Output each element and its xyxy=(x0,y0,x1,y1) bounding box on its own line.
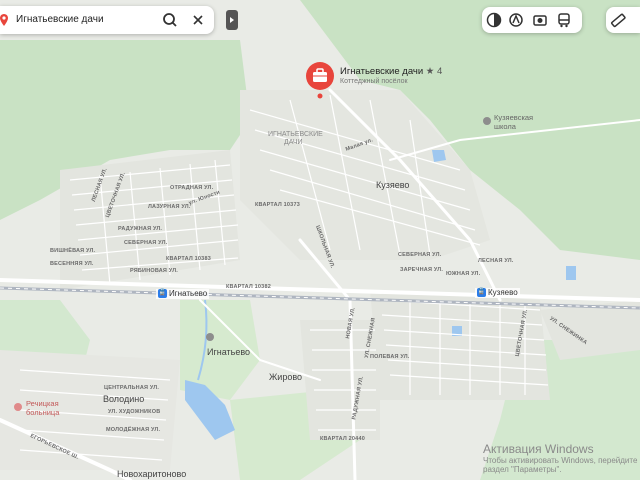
station-kuzyaevo[interactable]: 🚆 Кузяево xyxy=(475,288,520,298)
place-label-ignat-dachi-1: ИГНАТЬЕВСКИЕ xyxy=(268,131,323,138)
place-label-novokharitonovo: Новохаритоново xyxy=(117,469,187,479)
poi-category: Коттеджный посёлок xyxy=(340,78,408,85)
pond xyxy=(432,150,446,162)
search-icon xyxy=(163,13,177,27)
street-label: ОТРАДНАЯ УЛ. xyxy=(170,185,214,191)
camera-icon[interactable] xyxy=(532,12,548,28)
place-label-hospital-1: Речицкая xyxy=(26,399,59,408)
station-ignatyevo[interactable]: 🚆 Игнатьево xyxy=(156,289,210,299)
place-label-kuzyaevo: Кузяево xyxy=(376,180,410,190)
poi-rating: ★ 4 xyxy=(425,66,443,77)
place-label-ignat-dachi-2: ДАЧИ xyxy=(284,139,303,146)
hospital-icon xyxy=(14,403,22,411)
place-label-school-2: школа xyxy=(494,122,516,131)
layers-toolbar xyxy=(482,7,582,33)
street-label: ЦЕНТРАЛЬНАЯ УЛ. xyxy=(104,385,160,391)
street-label: ЛАЗУРНАЯ УЛ. xyxy=(148,204,191,210)
street-label: ПОЛЕВАЯ УЛ. xyxy=(370,354,410,360)
street-label: КВАРТАЛ 10383 xyxy=(166,256,211,262)
place-label-zhirovo: Жирово xyxy=(269,372,303,382)
collapse-panel-button[interactable] xyxy=(226,10,238,30)
place-label-volodino: Володино xyxy=(103,394,145,404)
clear-button[interactable] xyxy=(188,10,208,30)
street-label: ВИШНЁВАЯ УЛ. xyxy=(50,248,96,254)
street-label: МОЛОДЁЖНАЯ УЛ. xyxy=(106,427,161,433)
street-label: СЕВЕРНАЯ УЛ. xyxy=(124,240,168,246)
street-label: УЛ. ХУДОЖНИКОВ xyxy=(108,409,161,415)
tools-toolbar xyxy=(606,7,640,33)
street-label: ВЕСЕННЯЯ УЛ. xyxy=(50,261,94,267)
street-label: ЗАРЕЧНАЯ УЛ. xyxy=(400,267,444,273)
place-label-ignatyevo: Игнатьево xyxy=(207,347,251,357)
street-label: РАДУЖНАЯ УЛ. xyxy=(118,226,163,232)
street-label: ЮЖНАЯ УЛ. xyxy=(446,271,481,277)
pond xyxy=(566,266,576,280)
poi-title[interactable]: Игнатьевские дачи ★ 4 xyxy=(340,66,442,77)
street-label: КВАРТАЛ 10373 xyxy=(255,202,300,208)
street-label: СЕВЕРНАЯ УЛ. xyxy=(398,252,442,258)
place-label-school-1: Кузяевская xyxy=(494,113,534,122)
street-label: РЯБИНОВАЯ УЛ. xyxy=(130,268,178,274)
layers-icon[interactable] xyxy=(486,12,502,28)
ruler-icon[interactable] xyxy=(610,12,626,28)
panorama-icon[interactable] xyxy=(508,12,524,28)
train-icon: 🚆 xyxy=(477,288,486,297)
search-box[interactable]: Игнатьевские дачи xyxy=(0,6,214,34)
place-label-hospital-2: больница xyxy=(26,408,60,417)
briefcase-pin-icon xyxy=(306,62,334,99)
bus-icon[interactable] xyxy=(556,12,572,28)
street-label: ЛЕСНАЯ УЛ. xyxy=(478,258,514,264)
school-icon xyxy=(483,117,491,125)
street-label: КВАРТАЛ 10382 xyxy=(226,284,271,290)
location-pin-icon xyxy=(0,14,8,26)
search-input[interactable]: Игнатьевские дачи xyxy=(16,14,104,25)
search-button[interactable] xyxy=(160,10,180,30)
train-icon: 🚆 xyxy=(158,289,167,298)
poi-marker[interactable] xyxy=(304,60,336,105)
windows-activation-watermark: Активация Windows Чтобы активировать Win… xyxy=(483,442,638,474)
street-label: КВАРТАЛ 20440 xyxy=(320,436,365,442)
close-icon xyxy=(193,15,203,25)
village-icon xyxy=(206,333,214,341)
